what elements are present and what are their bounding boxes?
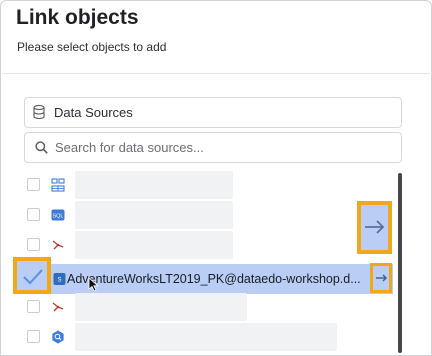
item-checkbox[interactable]: [27, 300, 40, 313]
item-label-redacted: [75, 201, 233, 229]
list-item[interactable]: [15, 171, 387, 201]
sql-icon: SQL: [51, 209, 65, 221]
item-checkbox[interactable]: [27, 178, 40, 191]
select-value: Data Sources: [54, 105, 133, 120]
search-icon: [35, 141, 48, 154]
search-field[interactable]: [24, 132, 402, 163]
mouse-cursor-icon: [88, 277, 99, 292]
item-label: AdventureWorksLT2019_PK@dataedo-workshop…: [67, 272, 361, 286]
list-item[interactable]: [15, 323, 387, 353]
item-checkbox[interactable]: [27, 238, 40, 251]
dialog-title: Link objects: [16, 6, 139, 29]
snowflake-icon: [52, 240, 64, 250]
header-divider: [2, 73, 432, 74]
dialog-subtitle: Please select objects to add: [17, 40, 167, 54]
link-objects-dialog: Link objects Please select objects to ad…: [0, 0, 432, 356]
checkmark-icon: [23, 269, 43, 285]
database-icon: [33, 105, 45, 119]
item-label-redacted: [75, 323, 337, 351]
search-input[interactable]: [55, 137, 385, 157]
snowflake-icon: [52, 302, 64, 312]
list-item[interactable]: SQL: [15, 201, 387, 231]
arrow-right-icon: [365, 220, 385, 234]
data-source-type-select[interactable]: Data Sources: [24, 97, 402, 128]
grid-table-icon: [51, 178, 65, 192]
row-add-button[interactable]: [370, 263, 392, 293]
item-checkbox[interactable]: [27, 208, 40, 221]
item-label-redacted: [75, 171, 233, 199]
list-item-selected[interactable]: S AdventureWorksLT2019_PK@dataedo-worksh…: [15, 264, 393, 294]
list-item[interactable]: [15, 231, 387, 261]
arrow-right-icon: [376, 274, 387, 282]
svg-text:S: S: [57, 278, 61, 284]
selected-item-checkbox[interactable]: [13, 257, 51, 294]
svg-text:SQL: SQL: [52, 214, 63, 220]
bigquery-icon: [52, 330, 64, 344]
item-label-redacted: [75, 231, 233, 259]
item-label-redacted: [75, 293, 247, 321]
list-scrollbar[interactable]: [398, 173, 402, 353]
sql-server-icon: S: [53, 273, 66, 285]
add-object-button[interactable]: [357, 201, 392, 254]
item-checkbox[interactable]: [27, 330, 40, 343]
list-item[interactable]: [15, 293, 387, 323]
